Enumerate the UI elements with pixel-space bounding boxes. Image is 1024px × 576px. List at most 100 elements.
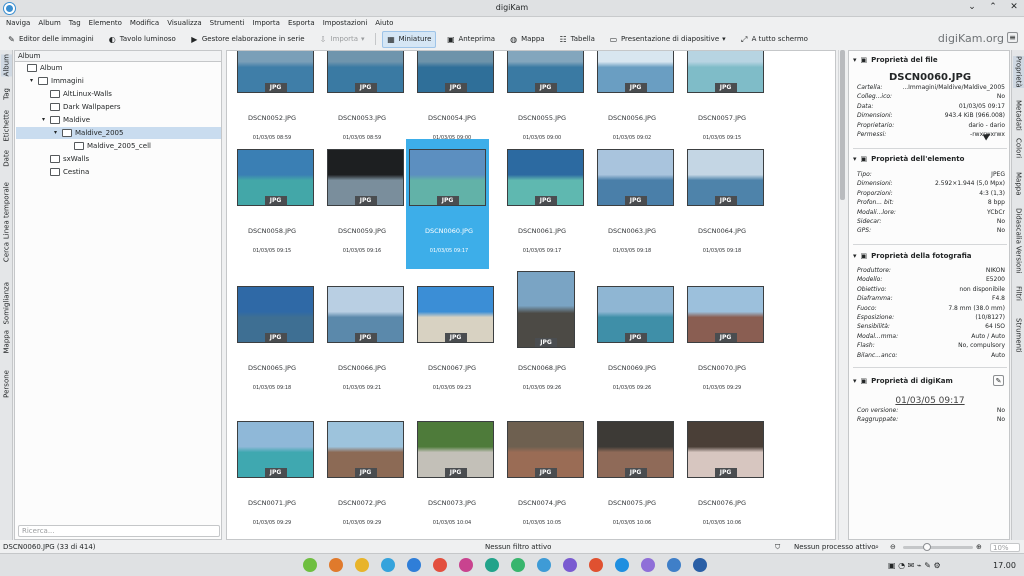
close-icon[interactable]: ✕ [1008,2,1020,12]
thumbnail-item[interactable]: JPG DSCN0064.JPG 01/03/05 09:18 [679,139,765,269]
right-tab-versioni[interactable]: Versioni [1013,246,1024,274]
left-tab-linea-temporale[interactable]: Linea temporale [1,182,12,239]
left-tab-album[interactable]: Album [1,54,12,77]
thumbnail-item[interactable]: JPG DSCN0073.JPG 01/03/05 10:04 [409,411,495,539]
edit-icon[interactable]: ✎ [993,375,1004,386]
taskbar-app-icon[interactable] [407,558,421,572]
thumbnail-image[interactable]: JPG [237,149,314,206]
zoom-input[interactable]: 10% [990,543,1020,552]
maximize-icon[interactable]: ⌃ [987,2,999,12]
album-tree-item[interactable]: Album [17,62,62,74]
thumbnail-item[interactable]: JPG DSCN0072.JPG 01/03/05 09:29 [319,411,405,539]
taskbar-app-icon[interactable] [537,558,551,572]
thumbnail-image[interactable]: JPG [507,51,584,93]
tree-expand-icon[interactable]: ▾ [28,75,35,87]
taskbar-app-icon[interactable] [459,558,473,572]
item-properties-header[interactable]: ▾ ▣ Proprietà dell'elemento [853,155,964,163]
zoom-fit-icon[interactable]: ⌕ [875,541,879,553]
table-button[interactable]: ☷ Tabella [555,32,599,47]
photo-properties-header[interactable]: ▾ ▣ Proprietà della fotografia [853,252,971,260]
menu-item-strumenti[interactable]: Strumenti [210,19,245,27]
thumbnail-image[interactable]: JPG [687,51,764,93]
slideshow-button[interactable]: ▭ Presentazione di diapositive ▾ [605,32,730,47]
taskbar-app-icon[interactable] [433,558,447,572]
left-tab-date[interactable]: Date [1,150,12,167]
left-tab-mappa[interactable]: Mappa [1,330,12,354]
scrollbar-handle[interactable] [840,50,845,200]
thumbnail-image[interactable]: JPG [327,421,404,478]
thumbnail-item[interactable]: JPG DSCN0071.JPG 01/03/05 09:29 [229,411,315,539]
left-tab-etichette[interactable]: Etichette [1,110,12,142]
thumbnail-image[interactable]: JPG [409,149,486,206]
taskbar-app-icon[interactable] [667,558,681,572]
menu-item-importa[interactable]: Importa [252,19,280,27]
taskbar-app-icon[interactable] [381,558,395,572]
right-tab-proprietà[interactable]: Proprietà [1013,56,1024,88]
thumbnail-item[interactable]: JPG DSCN0063.JPG 01/03/05 09:18 [589,139,675,269]
album-tree-item[interactable]: ▾ Immagini [28,75,84,87]
thumbnail-image[interactable]: JPG [417,286,494,343]
taskbar-app-icon[interactable] [615,558,629,572]
thumbnail-image[interactable]: JPG [417,51,494,93]
taskbar-app-icon[interactable] [329,558,343,572]
album-tree-item[interactable]: Maldive_2005_cell [64,140,151,152]
thumbnail-image[interactable]: JPG [327,51,404,93]
thumbnail-item[interactable]: JPG DSCN0075.JPG 01/03/05 10:06 [589,411,675,539]
filter-icon[interactable]: ⛉ [775,541,780,553]
chevron-down-icon[interactable]: ▾ [853,56,857,64]
image-editor-button[interactable]: ✎ Editor delle immagini [3,32,98,47]
thumbnail-item[interactable]: JPG DSCN0076.JPG 01/03/05 10:06 [679,411,765,539]
taskbar-app-icon[interactable] [563,558,577,572]
file-properties-header[interactable]: ▾ ▣ Proprietà del file [853,56,938,64]
album-search-input[interactable]: Ricerca... [18,525,220,537]
chevron-down-icon[interactable]: ▾ [853,252,857,260]
taskbar-app-icon[interactable] [693,558,707,572]
thumbnail-image[interactable]: JPG [687,286,764,343]
left-tab-somiglianza[interactable]: Somiglianza [1,282,12,325]
menu-icon[interactable]: ≡ [1007,32,1018,43]
thumbnail-image[interactable]: JPG [237,286,314,343]
thumbnail-image[interactable]: JPG [327,149,404,206]
taskbar-app-icon[interactable] [511,558,525,572]
album-tree-item[interactable]: Cestina [40,166,89,178]
thumbnail-item[interactable]: JPG DSCN0066.JPG 01/03/05 09:21 [319,276,405,406]
right-tab-mappa[interactable]: Mappa [1013,172,1024,196]
right-tab-filtri[interactable]: Filtri [1013,286,1024,301]
chevron-down-icon[interactable]: ▾ [853,377,857,385]
thumbnail-image[interactable]: JPG [507,149,584,206]
thumbnail-image[interactable]: JPG [237,51,314,93]
left-tab-tag[interactable]: Tag [1,88,12,100]
chevron-down-icon[interactable]: ▾ [853,155,857,163]
digikam-properties-header[interactable]: ▾ ▣ Proprietà di digiKam [853,377,953,385]
thumbnail-item[interactable]: JPG DSCN0067.JPG 01/03/05 09:23 [409,276,495,406]
thumbnail-item[interactable]: JPG DSCN0069.JPG 01/03/05 09:26 [589,276,675,406]
album-tree-item[interactable]: AltLinux-Walls [40,88,112,100]
thumbnail-item[interactable]: JPG DSCN0060.JPG 01/03/05 09:17 [406,139,489,269]
thumbnail-image[interactable]: JPG [597,286,674,343]
thumbnail-image[interactable]: JPG [687,421,764,478]
tree-expand-icon[interactable]: ▾ [40,114,47,126]
grid-scrollbar[interactable] [838,50,846,540]
thumbnail-item[interactable]: JPG DSCN0065.JPG 01/03/05 09:18 [229,276,315,406]
tree-expand-icon[interactable]: ▾ [52,127,59,139]
right-tab-metadati[interactable]: Metadati [1013,100,1024,131]
thumbnail-image[interactable]: JPG [597,51,674,93]
right-tab-strumenti[interactable]: Strumenti [1013,318,1024,353]
light-table-button[interactable]: ◐ Tavolo luminoso [104,32,180,47]
zoom-out-icon[interactable]: ⊖ [890,541,896,553]
menu-item-esporta[interactable]: Esporta [288,19,315,27]
thumbnail-image[interactable]: JPG [687,149,764,206]
thumbnail-item[interactable]: JPG DSCN0059.JPG 01/03/05 09:16 [319,139,405,269]
menu-item-impostazioni[interactable]: Impostazioni [323,19,368,27]
menu-item-tag[interactable]: Tag [69,19,81,27]
taskbar-app-icon[interactable] [641,558,655,572]
thumbnails-button[interactable]: ▦ Miniature [381,30,437,48]
thumbnail-image[interactable]: JPG [237,421,314,478]
taskbar-app-icon[interactable] [589,558,603,572]
thumbnail-item[interactable]: JPG DSCN0074.JPG 01/03/05 10:05 [499,411,585,539]
zoom-in-icon[interactable]: ⊕ [976,541,982,553]
thumbnail-item[interactable]: JPG DSCN0061.JPG 01/03/05 09:17 [499,139,585,269]
album-tree-item[interactable]: ▾ Maldive [40,114,90,126]
menu-item-album[interactable]: Album [38,19,60,27]
taskbar-app-icon[interactable] [485,558,499,572]
